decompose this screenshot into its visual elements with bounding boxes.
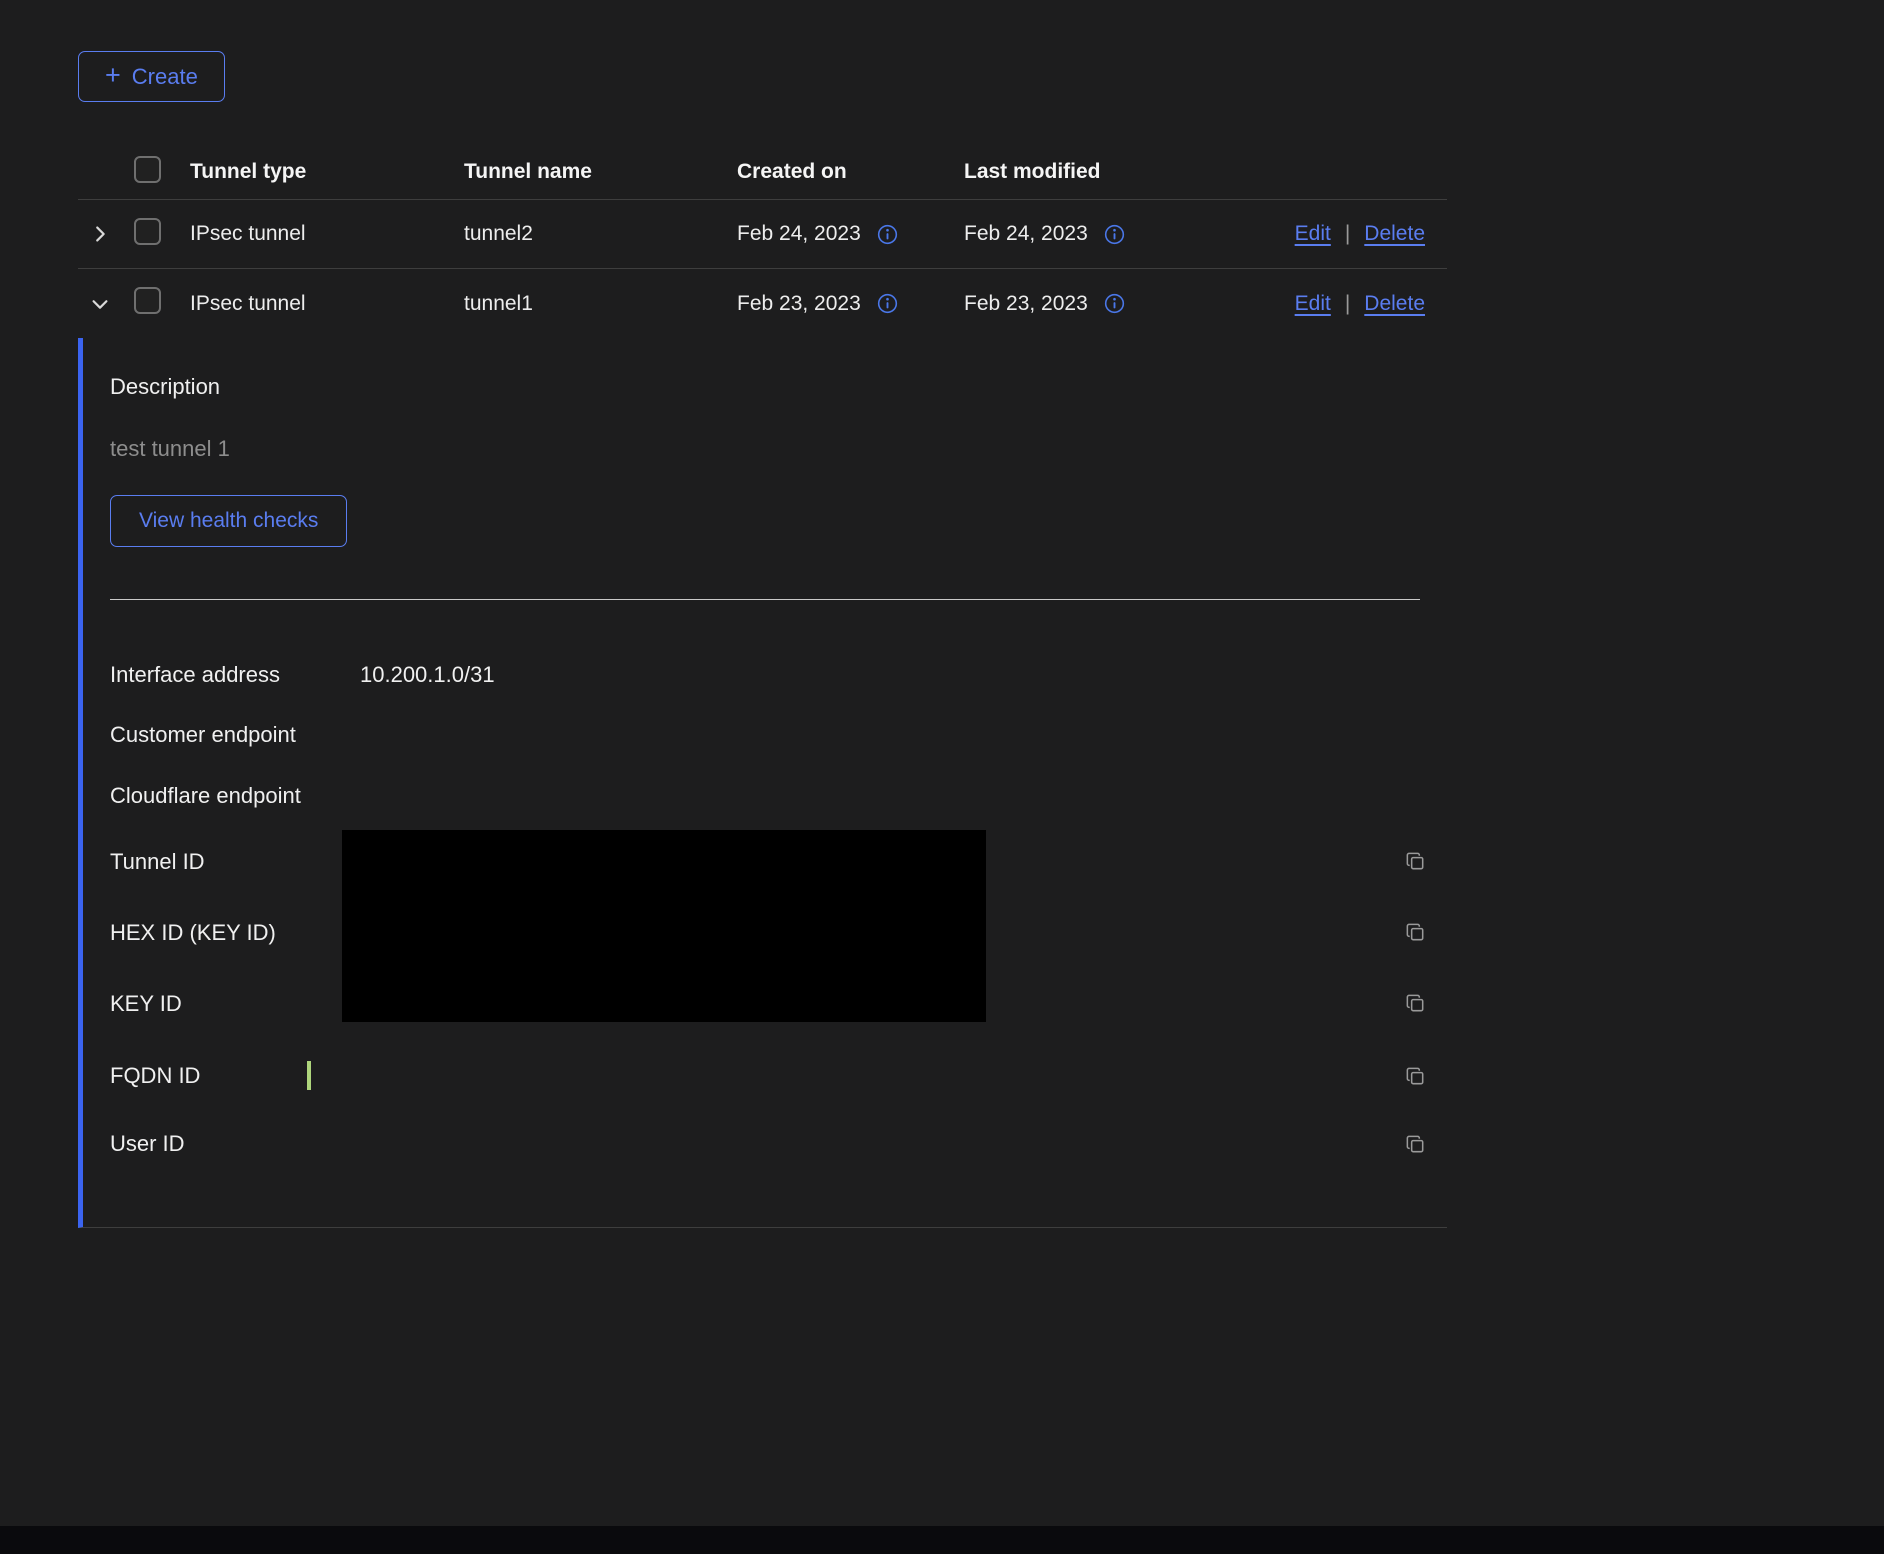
detail-row-interface-address: Interface address 10.200.1.0/31 <box>110 646 1447 704</box>
info-icon[interactable] <box>877 224 898 245</box>
plus-icon: + <box>105 62 121 89</box>
select-all-checkbox[interactable] <box>134 156 161 183</box>
create-button[interactable]: + Create <box>78 51 225 102</box>
view-health-checks-button[interactable]: View health checks <box>110 495 347 547</box>
created-on-cell: Feb 23, 2023 <box>737 292 861 316</box>
tunnels-page: + Create Tunnel type Tunnel name Created… <box>0 0 1884 1554</box>
tunnel-name-cell: tunnel1 <box>464 292 737 316</box>
id-redaction-block <box>342 830 986 1022</box>
create-button-label: Create <box>132 64 198 90</box>
collapse-row-button[interactable] <box>85 289 115 319</box>
field-label: HEX ID (KEY ID) <box>110 920 342 946</box>
description-value: test tunnel 1 <box>110 436 1447 462</box>
tunnel-type-cell: IPsec tunnel <box>190 292 464 316</box>
info-icon[interactable] <box>1104 293 1125 314</box>
detail-row-cloudflare-endpoint: Cloudflare endpoint <box>110 765 1447 826</box>
copy-tunnel-id-button[interactable] <box>1404 850 1427 873</box>
tunnel-details: Interface address 10.200.1.0/31 Customer… <box>110 646 1447 1175</box>
copy-hex-id-button[interactable] <box>1404 921 1427 944</box>
expand-row-button[interactable] <box>85 219 115 249</box>
delete-link[interactable]: Delete <box>1364 222 1425 246</box>
detail-row-customer-endpoint: Customer endpoint <box>110 704 1447 765</box>
col-header-last-modified: Last modified <box>964 160 1214 184</box>
description-label: Description <box>110 374 1447 400</box>
row-checkbox[interactable] <box>134 218 161 245</box>
table-row: IPsec tunnel tunnel2 Feb 24, 2023 Feb 24… <box>78 200 1447 269</box>
fqdn-id-redaction <box>307 1061 311 1090</box>
tunnel-name-cell: tunnel2 <box>464 222 737 246</box>
copy-icon <box>1404 1065 1427 1088</box>
col-header-tunnel-type: Tunnel type <box>190 160 464 184</box>
copy-icon <box>1404 992 1427 1015</box>
tunnel-type-cell: IPsec tunnel <box>190 222 464 246</box>
info-icon[interactable] <box>1104 224 1125 245</box>
divider <box>110 599 1420 600</box>
id-fields-block: Tunnel ID HEX ID (KEY ID) <box>110 826 1447 1039</box>
last-modified-cell: Feb 24, 2023 <box>964 222 1088 246</box>
tunnels-table: Tunnel type Tunnel name Created on Last … <box>78 145 1447 1228</box>
row-checkbox[interactable] <box>134 287 161 314</box>
action-separator: | <box>1345 292 1350 316</box>
edit-link[interactable]: Edit <box>1295 222 1331 246</box>
detail-row-user-id: User ID <box>110 1113 1447 1175</box>
copy-fqdn-id-button[interactable] <box>1404 1065 1427 1088</box>
chevron-right-icon <box>89 223 111 245</box>
table-header-row: Tunnel type Tunnel name Created on Last … <box>78 145 1447 200</box>
table-row: IPsec tunnel tunnel1 Feb 23, 2023 Feb 23… <box>78 269 1447 338</box>
bottom-edge-strip <box>0 1526 1884 1554</box>
col-header-tunnel-name: Tunnel name <box>464 160 737 184</box>
chevron-down-icon <box>89 293 111 315</box>
edit-link[interactable]: Edit <box>1295 292 1331 316</box>
copy-key-id-button[interactable] <box>1404 992 1427 1015</box>
field-label: User ID <box>110 1131 342 1157</box>
copy-icon <box>1404 850 1427 873</box>
info-icon[interactable] <box>877 293 898 314</box>
copy-user-id-button[interactable] <box>1404 1133 1427 1156</box>
field-label: Tunnel ID <box>110 849 342 875</box>
field-label: Customer endpoint <box>110 722 342 748</box>
field-label: KEY ID <box>110 991 342 1017</box>
copy-icon <box>1404 1133 1427 1156</box>
interface-address-value: 10.200.1.0/31 <box>360 662 1383 688</box>
copy-icon <box>1404 921 1427 944</box>
field-label: Cloudflare endpoint <box>110 783 342 809</box>
col-header-created-on: Created on <box>737 160 964 184</box>
tunnel-detail-panel: Description test tunnel 1 View health ch… <box>78 338 1447 1228</box>
view-health-checks-label: View health checks <box>139 509 318 533</box>
last-modified-cell: Feb 23, 2023 <box>964 292 1088 316</box>
detail-row-fqdn-id: FQDN ID <box>110 1039 1447 1113</box>
delete-link[interactable]: Delete <box>1364 292 1425 316</box>
created-on-cell: Feb 24, 2023 <box>737 222 861 246</box>
action-separator: | <box>1345 222 1350 246</box>
field-label: Interface address <box>110 662 342 688</box>
